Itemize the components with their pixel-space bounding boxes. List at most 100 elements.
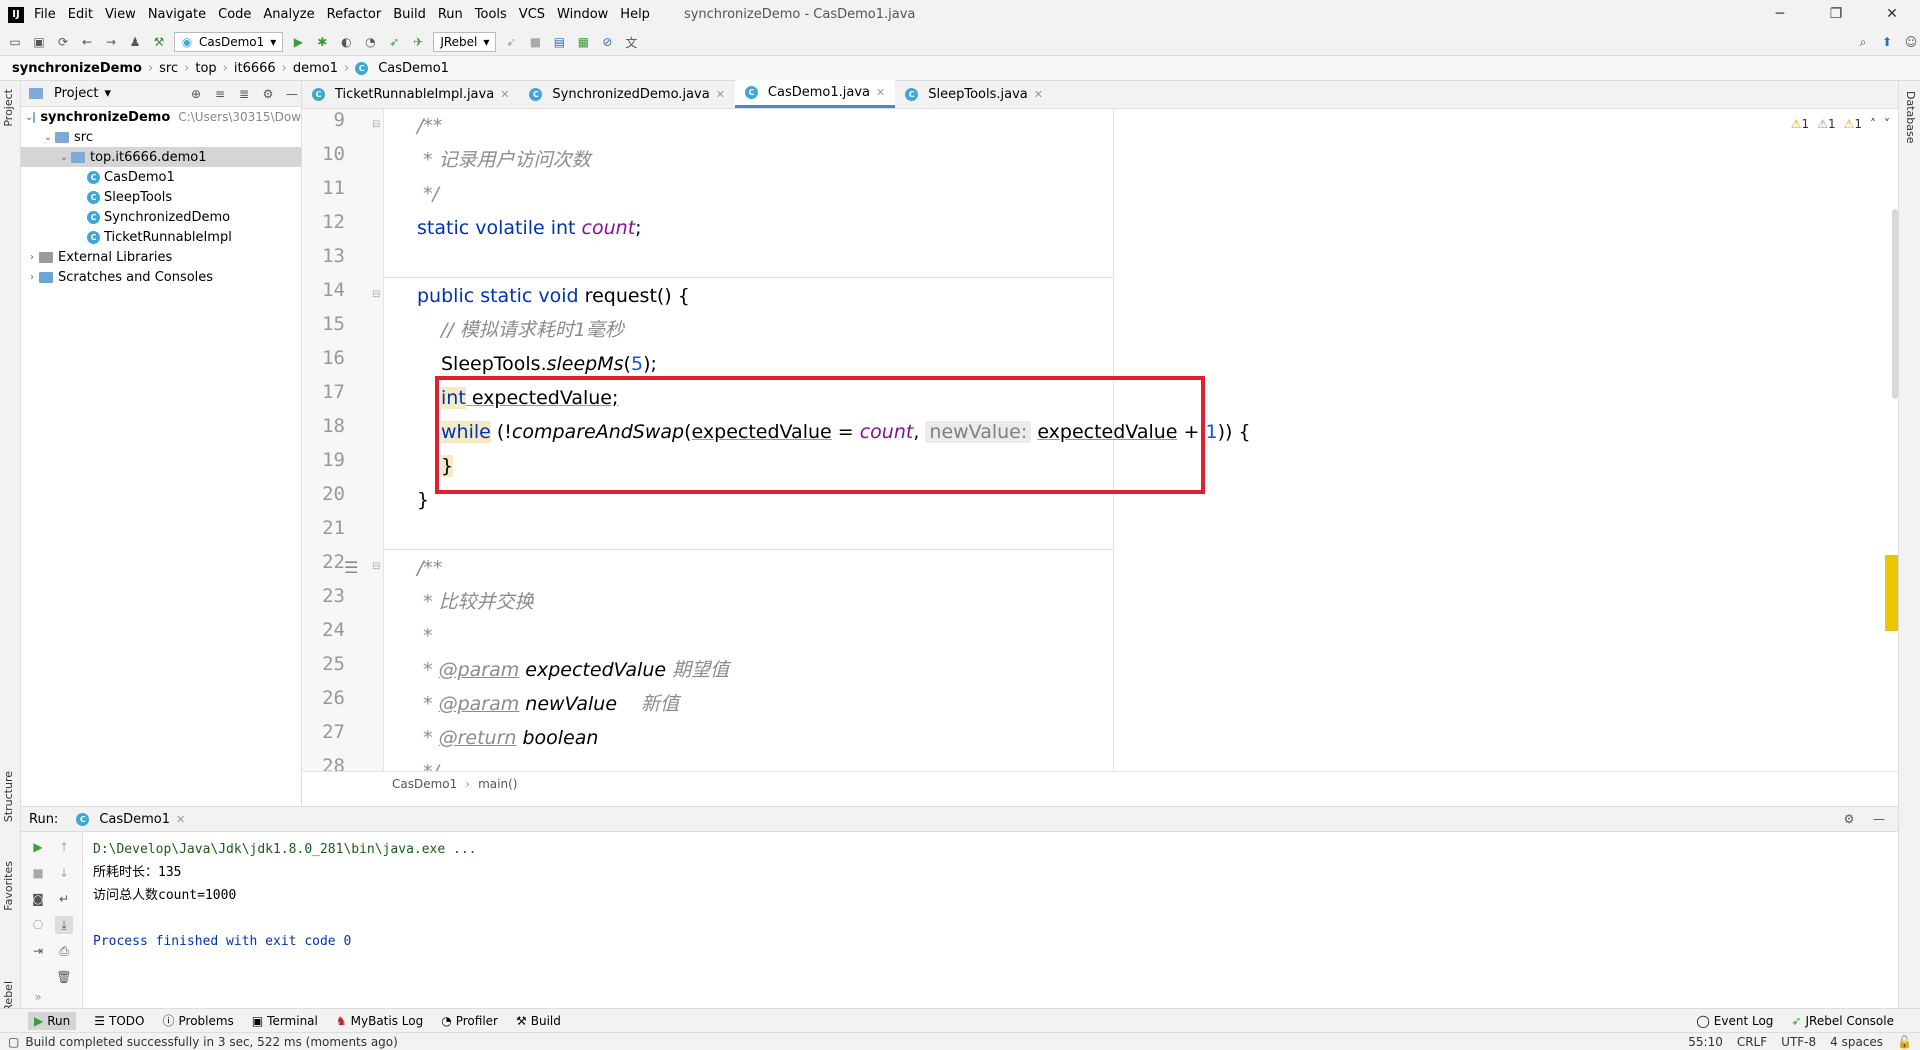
trash-icon[interactable]: 🗑: [55, 968, 73, 986]
tab-casdemo1[interactable]: C CasDemo1.java ✕: [734, 80, 896, 108]
fold-icon[interactable]: ⊟: [372, 561, 380, 572]
maximize-button[interactable]: ❐: [1808, 0, 1864, 29]
nav-project[interactable]: synchronizeDemo: [12, 61, 142, 76]
open-folder-icon[interactable]: ▭: [6, 33, 24, 51]
camera-icon[interactable]: ◙: [29, 890, 47, 908]
lock-icon[interactable]: 🔓: [1897, 1035, 1912, 1049]
inspection-widget[interactable]: ⚠1 ⚠1 ⚠1 ˄ ˅: [1791, 117, 1890, 131]
line-separator[interactable]: CRLF: [1737, 1035, 1767, 1049]
side-tab-database[interactable]: Database: [1904, 91, 1917, 144]
update-icon[interactable]: ⬆: [1878, 33, 1896, 51]
chart-icon[interactable]: ▦: [574, 33, 592, 51]
chevron-down-icon[interactable]: ⌄: [57, 152, 71, 163]
build-hammer-icon[interactable]: ⚒: [150, 33, 168, 51]
side-tab-favorites[interactable]: Favorites: [2, 861, 15, 911]
settings-gear-icon[interactable]: ⚙: [259, 85, 277, 103]
bottom-tab-run[interactable]: ▶ Run: [28, 1011, 77, 1030]
tree-item-scratches-and-consoles[interactable]: › Scratches and Consoles: [21, 267, 301, 287]
bottom-tab-mybatis-log[interactable]: ♞ MyBatis Log: [336, 1014, 423, 1028]
chevron-down-icon[interactable]: ⌄: [41, 132, 55, 143]
jrebel-run-icon[interactable]: ➶: [385, 33, 403, 51]
tree-item-casdemo1[interactable]: C CasDemo1: [21, 167, 301, 187]
menu-navigate[interactable]: Navigate: [148, 7, 206, 22]
close-tab-icon[interactable]: ✕: [716, 88, 725, 101]
stop-icon[interactable]: ■: [29, 864, 47, 882]
expand-all-icon[interactable]: ≡: [211, 85, 229, 103]
close-tab-icon[interactable]: ✕: [500, 88, 509, 101]
menu-window[interactable]: Window: [557, 7, 608, 22]
menu-run[interactable]: Run: [438, 7, 463, 22]
debug-icon[interactable]: ✱: [313, 33, 331, 51]
tree-item-synchronizeddemo[interactable]: C SynchronizedDemo: [21, 207, 301, 227]
chevron-down-icon[interactable]: ˅: [1884, 117, 1890, 131]
warning-count-1[interactable]: ⚠1: [1791, 117, 1809, 131]
project-view-select[interactable]: Project: [54, 86, 98, 101]
run-config-select[interactable]: ◉ CasDemo1 ▾: [174, 32, 284, 52]
save-icon[interactable]: ▣: [30, 33, 48, 51]
jrebel-debug-icon[interactable]: ✈: [409, 33, 427, 51]
nav-top[interactable]: top: [195, 61, 216, 76]
close-tab-icon[interactable]: ✕: [876, 86, 885, 99]
hide-icon[interactable]: —: [1870, 810, 1888, 828]
side-tab-structure[interactable]: Structure: [2, 771, 15, 822]
crumb-method[interactable]: main(): [478, 777, 517, 791]
bottom-tab-todo[interactable]: ☰ TODO: [94, 1014, 144, 1028]
run-icon[interactable]: ▶: [289, 33, 307, 51]
crumb-class[interactable]: CasDemo1: [392, 777, 457, 791]
translate-icon[interactable]: 文: [622, 33, 640, 51]
warning-count-3[interactable]: ⚠1: [1844, 117, 1862, 131]
file-encoding[interactable]: UTF-8: [1781, 1035, 1816, 1049]
chevron-up-icon[interactable]: ˄: [1870, 117, 1876, 131]
tree-item-external-libraries[interactable]: › External Libraries: [21, 247, 301, 267]
tree-item-synchronizedemo[interactable]: ⌄ synchronizeDemo C:\Users\30315\Dow: [21, 107, 301, 127]
collapse-all-icon[interactable]: ≣: [235, 85, 253, 103]
restore-icon[interactable]: ⎔: [29, 916, 47, 934]
no-entry-icon[interactable]: ⊘: [598, 33, 616, 51]
menu-code[interactable]: Code: [218, 7, 251, 22]
soft-wrap-icon[interactable]: ↵: [55, 890, 73, 908]
close-tab-icon[interactable]: ✕: [1034, 88, 1043, 101]
user-icon[interactable]: ♟: [126, 33, 144, 51]
bottom-tab-terminal[interactable]: ▣ Terminal: [252, 1014, 318, 1028]
stop-icon[interactable]: ■: [526, 33, 544, 51]
tree-item-src[interactable]: ⌄ src: [21, 127, 301, 147]
back-icon[interactable]: ←: [78, 33, 96, 51]
menu-file[interactable]: File: [34, 7, 56, 22]
fold-icon[interactable]: ⊟: [372, 289, 380, 300]
menu-help[interactable]: Help: [620, 7, 650, 22]
minimize-button[interactable]: ─: [1752, 0, 1808, 29]
tab-sleeptools[interactable]: C SleepTools.java ✕: [895, 80, 1053, 108]
chevron-down-icon[interactable]: ⌄: [25, 112, 33, 123]
tree-item-ticketrunnableimpl[interactable]: C TicketRunnableImpl: [21, 227, 301, 247]
forward-icon[interactable]: →: [102, 33, 120, 51]
jrebel-select[interactable]: JRebel ▾: [433, 32, 497, 52]
chevron-right-icon[interactable]: ›: [25, 252, 39, 263]
profile-icon[interactable]: ◔: [361, 33, 379, 51]
bottom-tab-profiler[interactable]: ◔ Profiler: [441, 1014, 498, 1028]
menu-edit[interactable]: Edit: [68, 7, 93, 22]
run-console[interactable]: D:\Develop\Java\Jdk\jdk1.8.0_281\bin\jav…: [83, 832, 1898, 1008]
scroll-up-icon[interactable]: ↑: [55, 838, 73, 856]
side-tab-project[interactable]: Project: [2, 89, 15, 127]
nav-it6666[interactable]: it6666: [234, 61, 276, 76]
menu-refactor[interactable]: Refactor: [327, 7, 382, 22]
chevron-down-icon[interactable]: ▾: [104, 86, 111, 101]
tree-item-sleeptools[interactable]: C SleepTools: [21, 187, 301, 207]
tree-item-top-it6666-demo1[interactable]: ⌄ top.it6666.demo1: [21, 147, 301, 167]
scroll-to-end-icon[interactable]: ⤓: [55, 916, 73, 934]
bottom-tab-event-log[interactable]: ◯ Event Log: [1696, 1014, 1773, 1028]
nav-casdemo1[interactable]: CasDemo1: [378, 61, 449, 76]
menu-view[interactable]: View: [105, 7, 136, 22]
menu-analyze[interactable]: Analyze: [263, 7, 314, 22]
account-icon[interactable]: ☺: [1902, 33, 1920, 51]
doc-render-icon[interactable]: ☰: [344, 558, 358, 577]
scroll-down-icon[interactable]: ↓: [55, 864, 73, 882]
bottom-tab-problems[interactable]: ⓘ Problems: [162, 1012, 233, 1029]
nav-src[interactable]: src: [159, 61, 178, 76]
indent-setting[interactable]: 4 spaces: [1830, 1035, 1883, 1049]
coverage-icon[interactable]: ◐: [337, 33, 355, 51]
menu-tools[interactable]: Tools: [475, 7, 507, 22]
caret-position[interactable]: 55:10: [1688, 1035, 1723, 1049]
tab-synchronizeddemo[interactable]: C SynchronizedDemo.java ✕: [519, 80, 735, 108]
bottom-tab-jrebel-console[interactable]: ➶ JRebel Console: [1791, 1014, 1894, 1028]
